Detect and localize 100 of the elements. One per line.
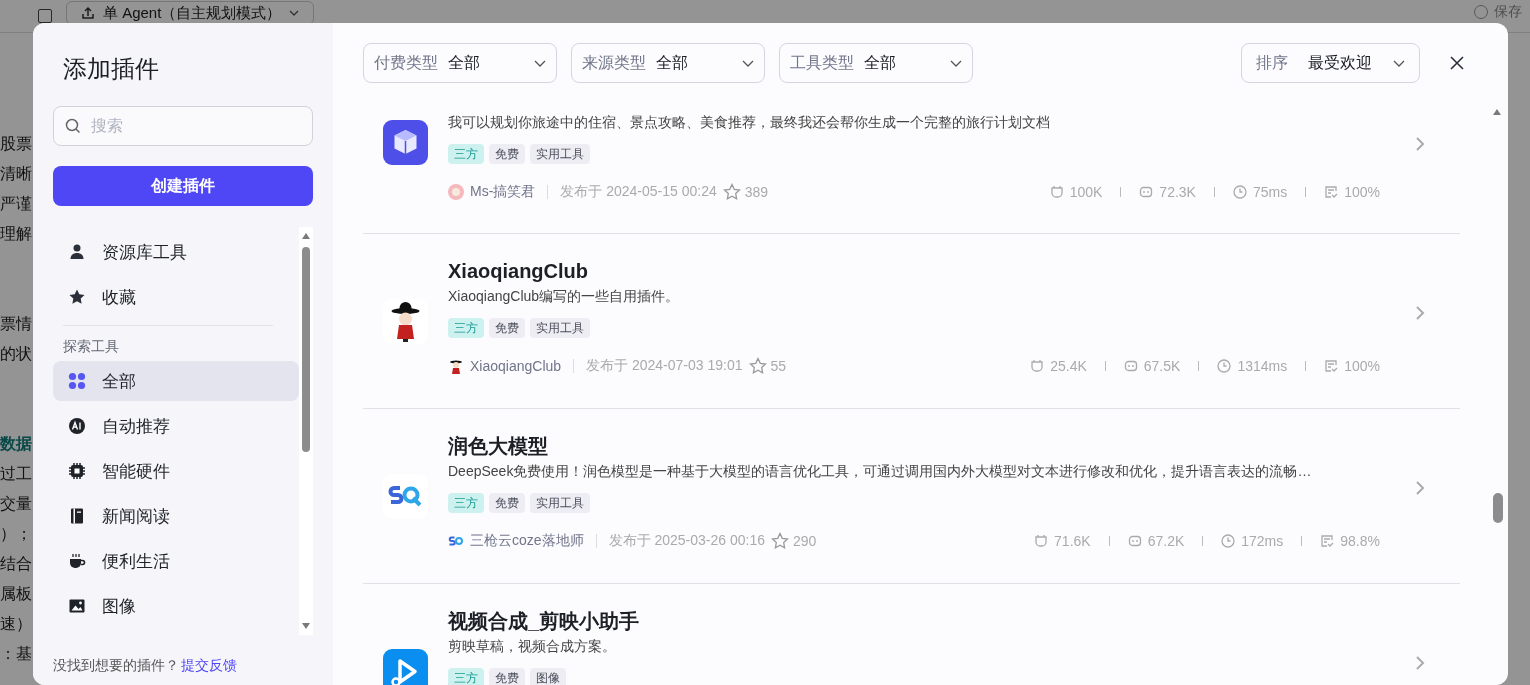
publish-date: 发布于 2025-03-26 00:16 [608,532,765,550]
document-check-icon [1324,359,1339,373]
sidebar-item[interactable]: 新闻阅读 [53,496,299,536]
feedback-prompt: 没找到想要的插件？提交反馈 [53,657,238,675]
document-check-icon [1324,185,1339,199]
coffee-cup-icon [68,552,86,570]
tag: 图像 [530,668,566,685]
clock-icon [1232,185,1247,199]
text-line: 的状 [0,344,32,364]
publish-date: 发布于 2024-05-15 00:24 [560,183,717,201]
stat-value: 25.4K [1050,358,1087,374]
star-outline-icon[interactable] [748,357,767,375]
sidebar-item[interactable]: 智能硬件 [53,451,299,491]
mode-dropdown[interactable]: 单 Agent（自主规划模式） [66,1,315,25]
stat-value: 67.2K [1147,533,1185,549]
search-field[interactable]: 搜索 [53,106,313,146]
stat-value: 98.8% [1340,533,1380,549]
feedback-link[interactable]: 提交反馈 [181,657,237,673]
close-icon [1450,56,1464,70]
chevron-down-icon [950,59,962,67]
stat-value: 100K [1069,184,1103,200]
star-icon [68,288,86,306]
bot-icon [1127,534,1142,548]
filter-dropdown[interactable]: 来源类型 全部 [571,43,765,83]
star-outline-icon[interactable] [722,183,741,201]
book-icon [68,507,86,525]
sidebar-item[interactable]: 资源库工具 [53,232,299,272]
plugin-description: 剪映草稿，视频合成方案。 [448,637,617,656]
sort-dropdown[interactable]: 排序 最受欢迎 [1241,43,1420,83]
stat-value: 75ms [1252,184,1288,200]
chevron-right-icon[interactable] [1415,305,1425,321]
plugin-description: XiaoqiangClub编写的一些自用插件。 [448,287,681,306]
sidebar-item[interactable]: 收藏 [53,277,299,317]
ai-badge-icon [68,417,86,435]
clock-icon [1217,359,1232,373]
text-line: 速） [0,614,32,634]
tag: 三方 [448,318,484,338]
tag: 三方 [448,493,484,513]
filter-dropdown[interactable]: 付费类型 全部 [363,43,557,83]
chip-icon [68,462,86,480]
person-icon [68,243,86,261]
dialog-title: 添加插件 [63,54,160,84]
sidebar-item[interactable]: 图像 [53,586,299,626]
favorite-count: 389 [744,184,769,200]
cube-logo-icon [383,120,428,165]
favorite-count: 55 [770,358,787,374]
plugin-description: 我可以规划你旅途中的住宿、景点攻略、美食推荐，最终我还会帮你生成一个完整的旅行计划文档 [448,113,1051,132]
chevron-down-icon [289,10,300,16]
text-line: 清晰 [0,164,32,184]
plugin-title: XiaoqiangClub [448,259,589,284]
text-line: 属板 [0,584,32,604]
chevron-right-icon[interactable] [1415,136,1425,152]
text-line: ：基 [0,644,32,664]
favorite-count: 290 [793,533,817,549]
avatar-icon [448,184,464,200]
author-name[interactable]: Ms-搞笑君 [470,183,536,201]
chevron-right-icon[interactable] [1415,480,1425,496]
text-line: 严谨 [0,194,32,214]
text-line: 交量 [0,494,32,514]
sidebar-item[interactable]: 自动推荐 [53,406,299,446]
stat-value: 71.6K [1054,533,1091,549]
text-line: 结合 [0,554,32,574]
text-line: 数据 [0,434,32,454]
text-line: ）； [0,524,32,544]
scrollbar[interactable] [299,227,313,635]
text-line: 过工 [0,464,32,484]
plugin-icon [1049,185,1064,199]
chevron-down-icon [742,59,754,67]
filter-dropdown[interactable]: 工具类型 全部 [779,43,973,83]
clock-icon [1221,534,1236,548]
document-check-icon [1320,534,1335,548]
tag: 三方 [448,668,484,685]
figure-avatar-icon [448,358,464,374]
stat-value: 67.5K [1143,358,1181,374]
tag: 实用工具 [530,144,590,164]
tag: 三方 [448,144,484,164]
plugin-icon [1030,359,1045,373]
plugin-title: 润色大模型 [448,434,549,459]
stat-value: 172ms [1241,533,1284,549]
tag: 免费 [489,318,525,338]
chevron-right-icon[interactable] [1415,655,1425,671]
sidebar-item[interactable]: 便利生活 [53,541,299,581]
stat-value: 100% [1344,358,1380,374]
create-plugin-button[interactable]: 创建插件 [53,166,313,206]
stat-value: 1314ms [1237,358,1288,374]
text-line: 理解 [0,224,32,244]
text-line: 票情 [0,314,32,334]
section-heading: 探索工具 [62,338,120,356]
tag: 免费 [489,493,525,513]
star-outline-icon[interactable] [771,532,789,550]
author-name[interactable]: 三枪云coze落地师 [470,532,584,550]
author-name[interactable]: XiaoqiangClub [470,358,562,374]
text-line: 股票 [0,134,32,154]
chevron-down-icon [534,59,546,67]
publish-date: 发布于 2024-07-03 19:01 [586,357,743,375]
chevron-down-icon [1393,59,1405,67]
plugin-description: DeepSeek免费使用！润色模型是一种基于大模型的语言优化工具，可通过调用国内外大模型对文本进行修改和优化，提升语言表达的流畅… [448,462,1313,481]
plugin-title: 视频合成_剪映小助手 [448,609,641,634]
sidebar-item[interactable]: 全部 [53,361,299,401]
tag: 实用工具 [530,493,590,513]
